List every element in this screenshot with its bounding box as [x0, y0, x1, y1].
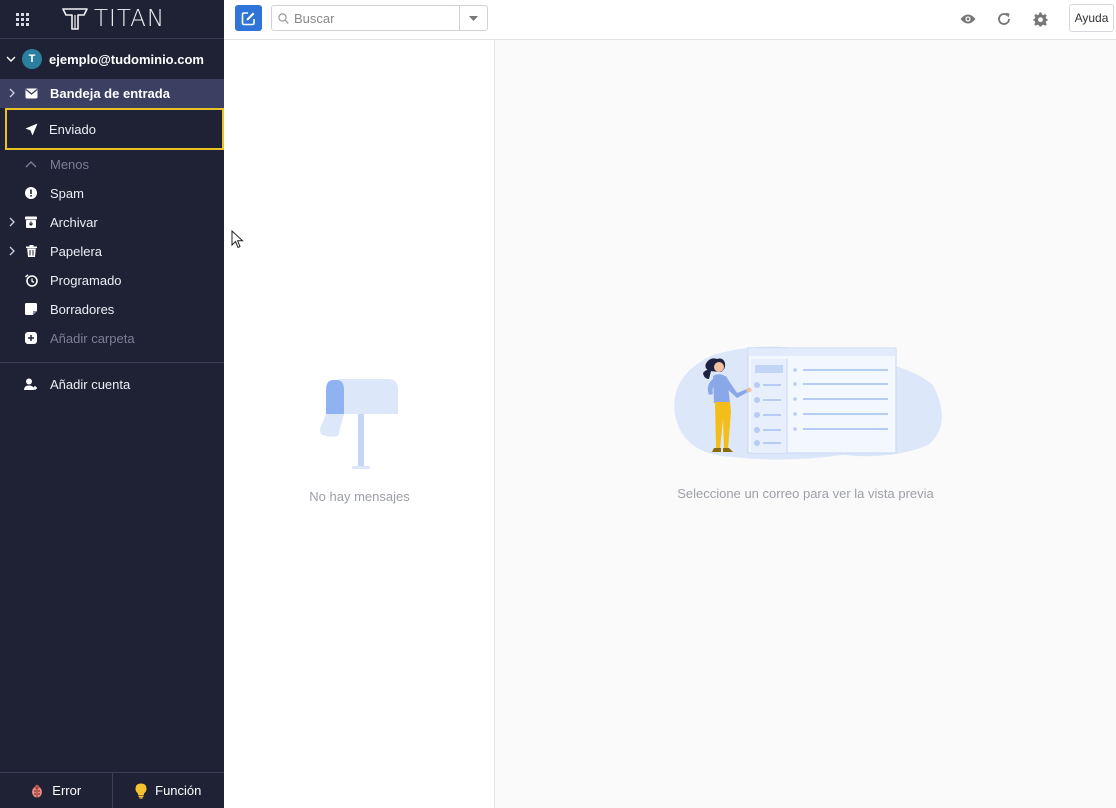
gear-icon[interactable]	[1031, 10, 1049, 28]
folder-label: Archivar	[50, 215, 98, 230]
search-icon	[272, 12, 294, 24]
help-button[interactable]: Ayuda	[1069, 4, 1114, 32]
report-error-button[interactable]: Error	[0, 773, 112, 808]
sidebar: TITAN T ejemplo@tudominio.com Bandeja de…	[0, 0, 224, 808]
caret-down-icon	[469, 15, 478, 21]
account-row[interactable]: T ejemplo@tudominio.com	[0, 39, 224, 79]
apps-grid-icon[interactable]	[0, 0, 44, 39]
folder-label: Spam	[50, 186, 84, 201]
folder-trash[interactable]: Papelera	[0, 237, 224, 266]
chevron-right-icon[interactable]	[7, 246, 17, 256]
preview-pane: Seleccione un correo para ver la vista p…	[495, 40, 1116, 808]
empty-mailbox-illustration	[318, 376, 402, 475]
search-input[interactable]	[294, 10, 454, 26]
chevron-right-icon[interactable]	[7, 88, 17, 98]
search-options-dropdown[interactable]	[459, 6, 487, 30]
sidebar-footer: Error Función	[0, 772, 224, 808]
folder-sent[interactable]: Enviado	[5, 108, 224, 150]
folder-label: Enviado	[49, 122, 96, 137]
search-box[interactable]	[271, 5, 488, 31]
trash-icon	[24, 244, 38, 258]
folder-label: Añadir carpeta	[50, 331, 135, 346]
folder-label: Borradores	[50, 302, 115, 317]
folder-archive[interactable]: Archivar	[0, 208, 224, 237]
chevron-up-icon	[24, 157, 38, 171]
mouse-cursor-icon	[231, 229, 244, 252]
account-email: ejemplo@tudominio.com	[49, 51, 204, 67]
avatar: T	[22, 49, 42, 69]
refresh-icon[interactable]	[995, 10, 1013, 28]
folder-toggle-less[interactable]: Menos	[0, 150, 224, 179]
add-user-icon	[24, 377, 38, 391]
preview-empty-text: Seleccione un correo para ver la vista p…	[677, 486, 934, 501]
folder-label: Programado	[50, 273, 122, 288]
chevron-right-icon[interactable]	[7, 217, 17, 227]
logo: TITAN	[62, 6, 165, 32]
add-account-label: Añadir cuenta	[50, 377, 131, 392]
chevron-down-icon[interactable]	[6, 56, 16, 62]
bug-icon	[32, 784, 43, 797]
folder-drafts[interactable]: Borradores	[0, 295, 224, 324]
folder-spam[interactable]: Spam	[0, 179, 224, 208]
divider	[0, 362, 224, 363]
lightbulb-icon	[135, 783, 147, 799]
compose-icon	[241, 11, 255, 25]
folder-label: Menos	[50, 157, 90, 172]
titan-logo-icon	[62, 8, 88, 30]
envelope-icon	[24, 86, 38, 100]
folder-inbox[interactable]: Bandeja de entrada	[0, 79, 224, 108]
folder-label: Bandeja de entrada	[50, 86, 170, 101]
clock-icon	[24, 273, 38, 287]
folder-scheduled[interactable]: Programado	[0, 266, 224, 295]
empty-list-text: No hay mensajes	[309, 489, 410, 504]
compose-button[interactable]	[235, 5, 262, 31]
toolbar: Ayuda	[224, 0, 1116, 40]
message-list-pane: No hay mensajes	[224, 40, 495, 808]
eye-icon[interactable]	[959, 10, 977, 28]
app-name: TITAN	[94, 6, 166, 32]
error-label: Error	[52, 783, 82, 798]
add-account-button[interactable]: Añadir cuenta	[0, 370, 224, 399]
preview-illustration	[673, 345, 949, 478]
alert-icon	[24, 186, 38, 200]
brand-bar: TITAN	[0, 0, 224, 39]
feature-request-button[interactable]: Función	[111, 773, 225, 808]
plus-icon	[24, 331, 38, 345]
folder-label: Papelera	[50, 244, 103, 259]
send-icon	[24, 122, 38, 136]
add-folder-button[interactable]: Añadir carpeta	[0, 324, 224, 353]
feature-label: Función	[155, 783, 202, 798]
draft-icon	[24, 302, 38, 316]
archive-icon	[24, 215, 38, 229]
